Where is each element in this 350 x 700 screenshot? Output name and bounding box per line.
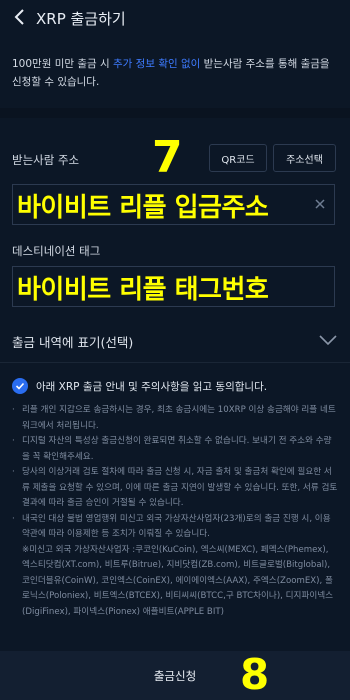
withdraw-notice: 100만원 미만 출금 시 추가 정보 확인 없이 받는사람 주소를 통해 출금… bbox=[12, 55, 342, 91]
notice-highlight: 추가 정보 확인 없이 bbox=[113, 58, 201, 70]
section-divider bbox=[0, 108, 350, 118]
terms-item-5: ※미신고 외국 가상자산사업자 :쿠코인(KuCoin), 엑스씨(MEXC),… bbox=[22, 544, 334, 617]
address-value: 바이비트 리플 입금주소 bbox=[17, 193, 269, 223]
clear-icon[interactable] bbox=[312, 196, 328, 212]
list-item: · 내국인 대상 불법 영업행위 미신고 외국 가상자산사업자(23개)로의 출금… bbox=[12, 512, 338, 543]
address-select-button[interactable]: 주소선택 bbox=[273, 144, 336, 172]
top-bar: XRP 출금하기 bbox=[0, 0, 350, 36]
agreement-row[interactable]: 아래 XRP 출금 안내 및 주의사항을 읽고 동의합니다. bbox=[12, 378, 267, 394]
chevron-down-icon[interactable] bbox=[318, 333, 338, 347]
address-input[interactable]: 바이비트 리플 입금주소 bbox=[12, 184, 335, 225]
submit-label: 출금신청 bbox=[153, 668, 197, 683]
address-label: 받는사람 주소 bbox=[12, 153, 80, 167]
list-item: · 당사의 이상거래 검토 절차에 따라 출금 신청 시, 자금 출처 및 출금처… bbox=[12, 465, 338, 512]
memo-divider bbox=[0, 362, 350, 363]
step-annotation-8: 8 bbox=[240, 650, 270, 699]
qr-code-button[interactable]: QR코드 bbox=[209, 144, 267, 172]
memo-label: 출금 내역에 표기(선택) bbox=[12, 335, 134, 350]
list-item: · 디지털 자산의 특성상 출금신청이 완료되면 취소할 수 없습니다. 보내기 … bbox=[12, 434, 338, 465]
step-annotation-7: 7 bbox=[152, 132, 183, 183]
destination-tag-value: 바이비트 리플 태그번호 bbox=[17, 275, 269, 305]
page-title: XRP 출금하기 bbox=[36, 10, 126, 28]
agreement-text: 아래 XRP 출금 안내 및 주의사항을 읽고 동의합니다. bbox=[36, 380, 268, 393]
terms-list: · 리플 개인 지갑으로 송금하시는 경우, 최초 송금시에는 10XRP 이상 … bbox=[12, 403, 338, 620]
checkbox-checked[interactable] bbox=[12, 378, 28, 394]
notice-text-1: 100만원 미만 출금 시 bbox=[12, 58, 114, 70]
withdraw-submit-button[interactable]: 출금신청 bbox=[0, 651, 350, 700]
terms-item-4: 내국인 대상 불법 영업행위 미신고 외국 가상자산사업자(23개)로의 출금 … bbox=[22, 513, 331, 540]
check-icon bbox=[15, 382, 25, 390]
terms-item-2: 디지털 자산의 특성상 출금신청이 완료되면 취소할 수 없습니다. 보내기 전… bbox=[22, 436, 332, 462]
terms-item-1: 리플 개인 지갑으로 송금하시는 경우, 최초 송금시에는 10XRP 이상 송… bbox=[22, 405, 336, 431]
list-item: · 리플 개인 지갑으로 송금하시는 경우, 최초 송금시에는 10XRP 이상 … bbox=[12, 403, 338, 434]
chevron-left-icon[interactable] bbox=[10, 7, 30, 27]
destination-tag-input[interactable]: 바이비트 리플 태그번호 bbox=[12, 266, 335, 307]
destination-tag-label: 데스티네이션 태그 bbox=[12, 244, 101, 258]
list-item: ※미신고 외국 가상자산사업자 :쿠코인(KuCoin), 엑스씨(MEXC),… bbox=[12, 543, 338, 621]
terms-item-3: 당사의 이상거래 검토 절차에 따라 출금 신청 시, 자금 출처 및 출금처 … bbox=[22, 467, 338, 508]
